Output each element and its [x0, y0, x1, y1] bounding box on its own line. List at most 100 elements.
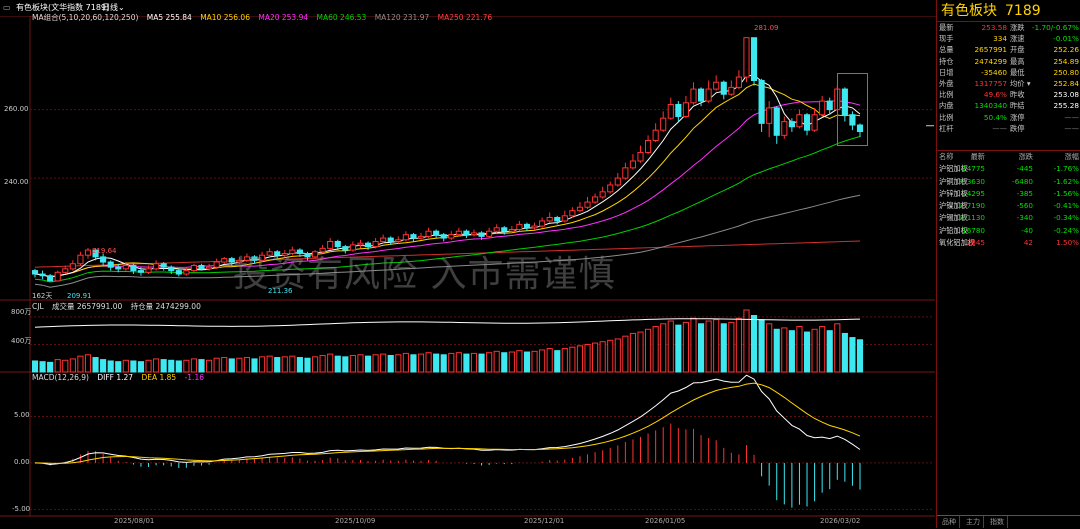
volume-bar [433, 353, 440, 373]
high-price-label: 281.09 [754, 24, 779, 32]
quote-value: -0.01% [1053, 34, 1079, 44]
volume-bar [675, 324, 682, 373]
candle-body [198, 264, 205, 270]
candle-body [190, 264, 198, 272]
volume-bar [667, 320, 674, 373]
candle-body [455, 230, 462, 236]
volume-bar [470, 352, 478, 373]
volume-bar [713, 319, 720, 373]
quote-value: 2474299 [974, 56, 1008, 66]
contract-value: -0.24% [1053, 225, 1079, 235]
quote-label: 现手 [939, 34, 954, 44]
quote-label: 最低 [1010, 67, 1025, 77]
volume-bar [387, 354, 394, 373]
diff-line [34, 374, 861, 466]
volume-bar [690, 317, 697, 373]
bar-count-label: 162天 [32, 292, 53, 300]
macd-legend: MACD(12,26,9) DIFF 1.27 DEA 1.85 -1.16 [32, 373, 210, 383]
quote-label: 杠杆 [939, 123, 954, 133]
candle-body [720, 81, 727, 95]
list-header-cell[interactable]: 名称 [939, 151, 953, 163]
macd-indicator-name[interactable]: MACD(12,26,9) [32, 373, 89, 382]
contract-value: -1.76% [1053, 164, 1079, 174]
panel-tab[interactable]: 主力 [963, 516, 984, 528]
quote-panel: 有色板块 7189 最新 253.58 涨跌 -1.70/-0.67% 现手 334 涨速 -0… [936, 0, 1080, 528]
list-item[interactable]: 沪镍加权 137190 -560 -0.41% [937, 200, 1080, 212]
candle-body [592, 196, 599, 203]
volume-bar [62, 359, 69, 373]
volume-bar [228, 358, 235, 373]
volume-bar [841, 332, 848, 373]
candle-body [486, 230, 493, 237]
quote-row: 比例 50.4% 涨停 —— [937, 112, 1080, 123]
list-item[interactable]: 沪铜加权 393630 -6480 -1.62% [937, 176, 1080, 188]
related-contracts-list: 名称 最新 涨跌 涨幅 沪铝加权 24775 -445 -1.76% 沪铜加权 393630 -64… [937, 150, 1080, 249]
list-item[interactable]: 沪铅加权 16780 -40 -0.24% [937, 225, 1080, 237]
panel-tab[interactable]: 指数 [987, 516, 1008, 528]
candle-body [410, 234, 417, 239]
quote-label: 日增 [939, 67, 954, 77]
candle-body [803, 114, 811, 131]
candle-body [796, 114, 803, 128]
period-label: 日线 [102, 3, 118, 12]
chart-icon[interactable]: ▭ [3, 0, 11, 16]
quote-table: 最新 253.58 涨跌 -1.70/-0.67% 现手 334 涨速 -0.01% 总量 265… [937, 21, 1080, 134]
candle-body [84, 249, 92, 256]
panel-tab[interactable]: 品种 [939, 516, 960, 528]
instrument-name: 有色板块 [941, 3, 997, 19]
list-header-cell[interactable]: 涨幅 [1065, 151, 1079, 163]
list-item[interactable]: 沪锌加权 24295 -385 -1.56% [937, 188, 1080, 200]
volume-bar [682, 321, 689, 373]
candle-body [501, 227, 508, 232]
candle-body [47, 275, 54, 282]
volume-bar [463, 353, 470, 373]
volume-bar [652, 326, 659, 373]
candle-body [402, 234, 409, 241]
list-header-cell[interactable]: 涨跌 [1019, 151, 1033, 163]
quote-label: 跌停 [1010, 123, 1025, 133]
candle-body [100, 256, 107, 263]
quote-value: -1.70/-0.67% [1031, 23, 1079, 32]
quote-value: 253.58 [981, 23, 1007, 32]
contract-value: 2845 [966, 238, 985, 248]
volume-bar [130, 360, 137, 373]
contract-value: 101130 [957, 213, 985, 223]
quote-row: 比例 49.6% 昨收 253.08 [937, 89, 1080, 100]
list-item[interactable]: 氧化铝加权 2845 42 1.50% [937, 237, 1080, 249]
candle-body [750, 37, 758, 82]
volume-bar [137, 361, 145, 373]
candle-body [433, 230, 440, 236]
volume-bar [251, 358, 258, 373]
volume-bar [856, 339, 864, 373]
highlight-box [837, 73, 868, 146]
candle-body [130, 264, 137, 272]
candle-body [788, 121, 795, 128]
list-header-cell[interactable]: 最新 [971, 151, 985, 163]
volume-bar [311, 356, 319, 373]
candle-body [561, 215, 568, 222]
quote-value: 50.4% [983, 112, 1007, 122]
volume-bar [478, 353, 485, 373]
volume-bar [849, 337, 856, 373]
volume-bar [448, 352, 455, 373]
quote-label: 涨跌 [1010, 23, 1025, 32]
quote-value: 255.28 [1053, 101, 1079, 111]
volume-bar [781, 327, 788, 373]
volume-bar [107, 360, 114, 373]
volume-tick-800: 800万 [11, 308, 32, 316]
volume-bar [645, 328, 652, 373]
volume-bar [47, 361, 54, 373]
volume-bar [561, 348, 568, 373]
quote-row: 现手 334 涨速 -0.01% [937, 33, 1080, 44]
volume-bar [153, 358, 160, 373]
candle-body [758, 80, 765, 124]
volume-bar [296, 357, 303, 373]
list-item[interactable]: 沪锡加权 101130 -340 -0.34% [937, 212, 1080, 224]
candle-body [819, 100, 826, 116]
contract-value: -1.56% [1053, 188, 1079, 198]
candle-body [682, 102, 689, 117]
contract-value: -40 [1021, 225, 1033, 235]
candle-body [380, 237, 387, 242]
list-item[interactable]: 沪铝加权 24775 -445 -1.76% [937, 163, 1080, 175]
volume-indicator-name[interactable]: CJL [32, 302, 44, 311]
